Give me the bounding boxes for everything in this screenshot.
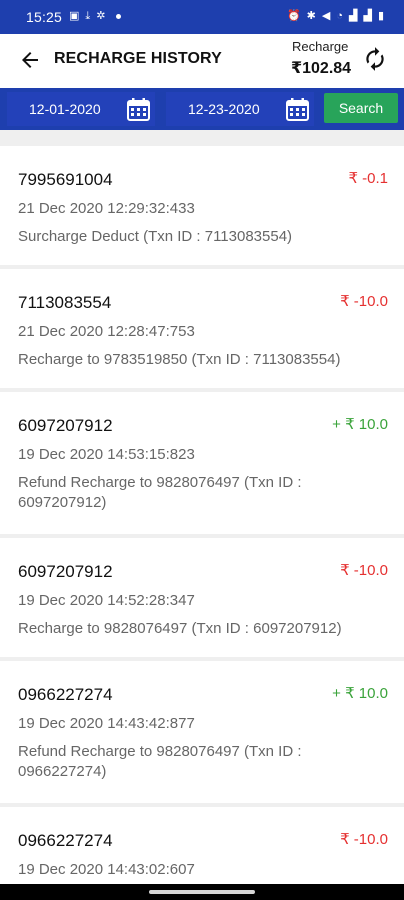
transaction-amount: + ₹ 10.0 <box>332 685 388 702</box>
transaction-datetime: 21 Dec 2020 12:29:32:433 <box>18 200 195 217</box>
from-date-value: 12-01-2020 <box>29 101 101 117</box>
transaction-id: 7995691004 <box>18 170 113 189</box>
transaction-card[interactable]: 6097207912 + ₹ 10.0 19 Dec 2020 14:53:15… <box>0 392 404 534</box>
transaction-amount: ₹ -10.0 <box>340 293 388 310</box>
back-arrow-icon[interactable] <box>18 48 42 72</box>
balance-label: Recharge <box>292 39 349 54</box>
gallery-icon: ▣ <box>69 10 80 22</box>
refresh-icon[interactable] <box>362 46 388 72</box>
transaction-description: Recharge to 9783519850 (Txn ID : 7113083… <box>18 351 341 368</box>
mute-icon: ◀ <box>321 10 331 22</box>
alarm-icon: ⏰ <box>286 10 301 22</box>
search-button[interactable]: Search <box>324 93 398 123</box>
transaction-amount: ₹ -0.1 <box>348 170 388 187</box>
transaction-amount: + ₹ 10.0 <box>332 416 388 433</box>
transaction-card[interactable]: 0966227274 + ₹ 10.0 19 Dec 2020 14:43:42… <box>0 661 404 803</box>
transaction-datetime: 19 Dec 2020 14:53:15:823 <box>18 446 195 463</box>
transaction-id: 0966227274 <box>18 831 113 850</box>
transaction-id: 7113083554 <box>18 293 112 312</box>
status-bar: 15:25 ▣ ⤓ ✲ ⏰ ✱ ◀ ◔ ▟ ▟ ▮ <box>0 0 404 34</box>
status-time: 15:25 <box>26 9 63 25</box>
to-date-value: 12-23-2020 <box>188 101 260 117</box>
transaction-datetime: 19 Dec 2020 14:52:28:347 <box>18 592 195 609</box>
transaction-id: 6097207912 <box>18 416 113 435</box>
to-date-picker[interactable]: 12-23-2020 <box>166 92 314 126</box>
balance-value: ₹102.84 <box>291 60 352 77</box>
date-filter-bar: 12-01-2020 12-23-2020 Search <box>0 88 404 130</box>
notification-dot-icon <box>115 13 121 19</box>
download-icon: ⤓ <box>85 10 91 22</box>
bluetooth-icon: ✱ <box>306 10 316 22</box>
transaction-card[interactable]: 7113083554 ₹ -10.0 21 Dec 2020 12:28:47:… <box>0 269 404 388</box>
navigation-bar <box>0 884 404 900</box>
wifi-icon: ◔ <box>336 10 343 22</box>
transaction-datetime: 19 Dec 2020 14:43:02:607 <box>18 861 195 878</box>
app-header: RECHARGE HISTORY Recharge ₹102.84 <box>0 34 404 88</box>
transaction-description: Recharge to 9828076497 (Txn ID : 6097207… <box>18 620 342 637</box>
transaction-card[interactable]: 7995691004 ₹ -0.1 21 Dec 2020 12:29:32:4… <box>0 146 404 265</box>
transaction-datetime: 21 Dec 2020 12:28:47:753 <box>18 323 195 340</box>
transaction-description: Refund Recharge to 9828076497 (Txn ID : … <box>18 743 302 780</box>
transaction-description: Surcharge Deduct (Txn ID : 7113083554) <box>18 228 293 245</box>
signal-icon: ▟ <box>349 10 358 22</box>
transaction-card[interactable]: 6097207912 ₹ -10.0 19 Dec 2020 14:52:28:… <box>0 538 404 657</box>
status-system-icons: ⏰ ✱ ◀ ◔ ▟ ▟ ▮ <box>287 9 384 23</box>
transaction-card[interactable]: 0966227274 ₹ -10.0 19 Dec 2020 14:43:02:… <box>0 807 404 884</box>
fan-icon: ✲ <box>96 10 106 22</box>
page-title: RECHARGE HISTORY <box>54 50 222 67</box>
signal2-icon: ▟ <box>363 10 372 22</box>
calendar-icon <box>127 98 150 121</box>
transaction-id: 6097207912 <box>18 562 113 581</box>
calendar-icon <box>286 98 309 121</box>
transaction-amount: ₹ -10.0 <box>340 831 388 848</box>
battery-icon: ▮ <box>377 10 384 22</box>
transaction-datetime: 19 Dec 2020 14:43:42:877 <box>18 715 195 732</box>
transaction-amount: ₹ -10.0 <box>340 562 388 579</box>
transaction-id: 0966227274 <box>18 685 113 704</box>
transaction-description: Refund Recharge to 9828076497 (Txn ID : … <box>18 474 302 511</box>
from-date-picker[interactable]: 12-01-2020 <box>7 92 155 126</box>
status-notification-icons: ▣ ⤓ ✲ <box>69 9 121 23</box>
home-gesture-handle[interactable] <box>149 890 255 894</box>
